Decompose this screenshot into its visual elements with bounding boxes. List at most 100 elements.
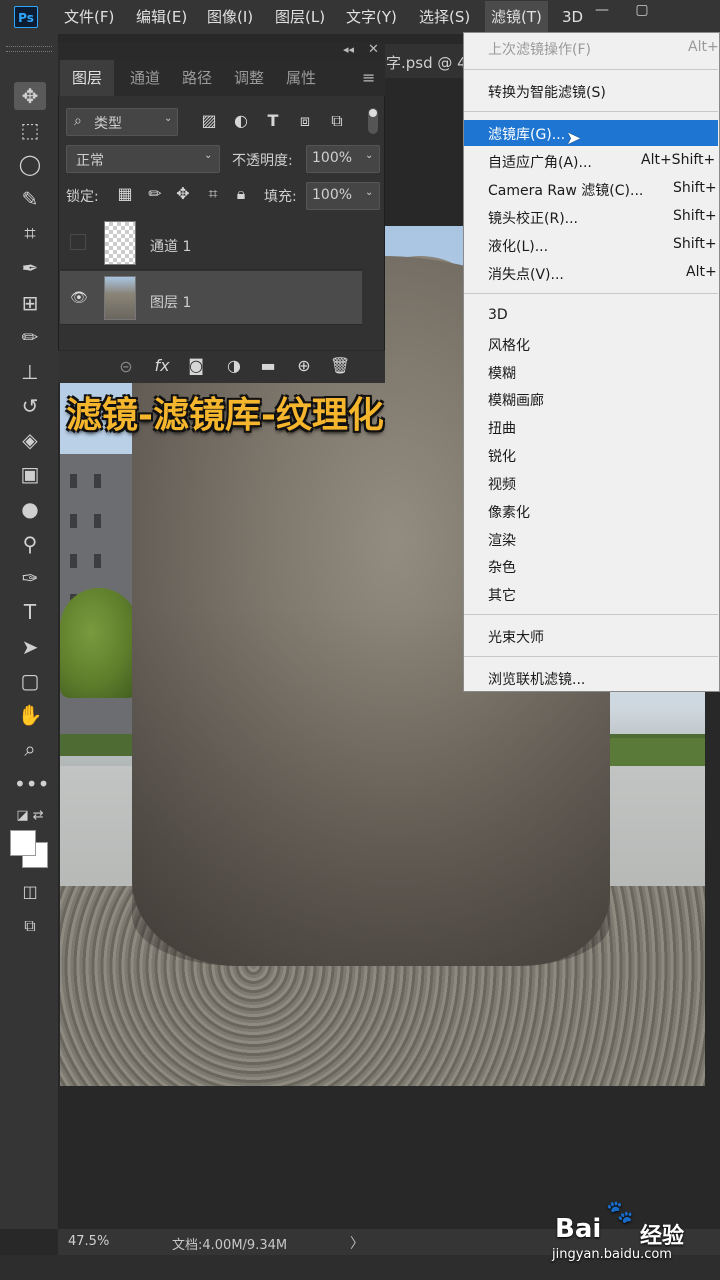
visibility-off-icon[interactable] <box>70 234 86 250</box>
shape-tool-icon[interactable]: ▢ <box>14 667 46 695</box>
path-select-tool-icon[interactable]: ➤ <box>14 633 46 661</box>
patch-tool-icon[interactable]: ⊞ <box>14 289 46 317</box>
toolbar-grip[interactable] <box>6 46 52 52</box>
fx-icon[interactable]: fx <box>152 356 172 375</box>
menu-item-blur[interactable]: 模糊 <box>488 363 516 383</box>
filter-type-icon[interactable]: T <box>264 111 282 130</box>
menu-item-vanishing-point[interactable]: 消失点(V)... <box>488 264 564 284</box>
mask-icon[interactable]: ◙ <box>186 356 206 375</box>
dodge-tool-icon[interactable]: ⚲ <box>14 530 46 558</box>
menu-item-distort[interactable]: 扭曲 <box>488 418 516 438</box>
more-tools-icon[interactable]: ••• <box>14 770 49 798</box>
blur-tool-icon[interactable]: ● <box>14 495 46 523</box>
menu-separator <box>464 111 718 112</box>
brush-tool-icon[interactable]: ✏ <box>14 323 46 351</box>
move-tool-icon[interactable]: ✥ <box>14 82 46 110</box>
fill-label: 填充: <box>264 189 297 205</box>
shortcut-lens-correction: Shift+ <box>673 208 717 224</box>
menu-item-last-filter: 上次滤镜操作(F) <box>488 42 591 58</box>
zoom-level[interactable]: 47.5% <box>68 1234 109 1249</box>
status-menu-arrow-icon[interactable]: 〉 <box>350 1233 364 1253</box>
lock-artboard-icon[interactable]: ⌗ <box>204 184 222 204</box>
crop-tool-icon[interactable]: ⌗ <box>14 219 46 247</box>
menu-file[interactable]: 文件(F) <box>64 0 114 34</box>
tab-adjustments[interactable]: 调整 <box>234 60 264 96</box>
menu-item-filter-gallery[interactable]: 滤镜库(G)... <box>488 124 565 144</box>
lock-transparent-icon[interactable]: ▦ <box>116 184 134 203</box>
foreground-color-swatch[interactable] <box>10 830 36 856</box>
quick-select-tool-icon[interactable]: ✎ <box>14 185 46 213</box>
menu-item-noise[interactable]: 杂色 <box>488 557 516 577</box>
filter-adjust-icon[interactable]: ◐ <box>232 111 250 130</box>
menu-item-3d[interactable]: 3D <box>488 307 508 323</box>
maximize-icon[interactable]: ▢ <box>628 2 656 18</box>
eye-icon[interactable]: 👁︎ <box>70 290 88 306</box>
adjustment-icon[interactable]: ◑ <box>224 356 244 375</box>
layer-filter-select[interactable] <box>66 108 178 136</box>
lock-all-icon[interactable]: 🔒︎ <box>232 184 250 204</box>
layer-name[interactable]: 通道 1 <box>150 236 191 256</box>
type-tool-icon[interactable]: T <box>14 598 46 626</box>
photo-tree <box>60 588 138 698</box>
folder-icon[interactable]: ▬ <box>258 356 278 375</box>
menu-item-other[interactable]: 其它 <box>488 585 516 605</box>
menu-item-liquify[interactable]: 液化(L)... <box>488 236 548 256</box>
menu-edit[interactable]: 编辑(E) <box>136 0 187 34</box>
pen-tool-icon[interactable]: ✑ <box>14 564 46 592</box>
menu-type[interactable]: 文字(Y) <box>346 0 397 34</box>
lock-position-icon[interactable]: ✥ <box>174 184 192 203</box>
menu-item-blur-gallery[interactable]: 模糊画廊 <box>488 390 544 410</box>
chevron-down-icon[interactable]: ⌄ <box>365 187 373 198</box>
hand-tool-icon[interactable]: ✋ <box>14 701 46 729</box>
menu-item-browse-online[interactable]: 浏览联机滤镜... <box>488 669 585 689</box>
quick-mask-icon[interactable]: ◫ <box>14 878 46 906</box>
link-icon[interactable]: ⊝ <box>116 357 136 376</box>
minimize-icon[interactable]: — <box>588 2 616 18</box>
filter-smart-icon[interactable]: ⧉ <box>328 111 346 131</box>
menu-item-camera-raw[interactable]: Camera Raw 滤镜(C)... <box>488 180 643 200</box>
lasso-tool-icon[interactable]: ◯ <box>14 150 46 178</box>
tab-paths[interactable]: 路径 <box>182 60 212 96</box>
menu-layer[interactable]: 图层(L) <box>275 0 325 34</box>
screen-mode-icon[interactable]: ⧉ <box>14 912 46 940</box>
menu-3d[interactable]: 3D <box>562 0 583 34</box>
menu-filter[interactable]: 滤镜(T) <box>485 1 548 33</box>
close-panel-icon[interactable]: ✕ <box>368 42 379 57</box>
eyedropper-tool-icon[interactable]: ✒ <box>14 254 46 282</box>
tab-properties[interactable]: 属性 <box>286 60 316 96</box>
chevron-down-icon[interactable]: ⌄ <box>365 150 373 161</box>
menu-item-convert-smart[interactable]: 转换为智能滤镜(S) <box>488 82 606 102</box>
gradient-tool-icon[interactable]: ▣ <box>14 460 46 488</box>
menu-item-lens-correction[interactable]: 镜头校正(R)... <box>488 208 578 228</box>
filter-shape-icon[interactable]: ⧈ <box>296 111 314 131</box>
new-layer-icon[interactable]: ⊕ <box>294 356 314 375</box>
baidu-watermark-text: 经验 <box>640 1224 685 1249</box>
panel-menu-icon[interactable]: ≡ <box>362 68 375 87</box>
collapse-panel-icon[interactable]: ◂◂ <box>343 43 354 56</box>
menu-item-video[interactable]: 视频 <box>488 474 516 494</box>
lock-pixels-icon[interactable]: ✏ <box>146 184 164 203</box>
menu-item-sharpen[interactable]: 锐化 <box>488 446 516 466</box>
tab-channels[interactable]: 通道 <box>130 60 160 96</box>
menu-item-adaptive-wide[interactable]: 自适应广角(A)... <box>488 152 592 172</box>
eraser-tool-icon[interactable]: ◈ <box>14 426 46 454</box>
document-tab-title[interactable]: 字.psd @ 4 <box>386 52 467 73</box>
zoom-tool-icon[interactable]: ⌕ <box>14 735 46 763</box>
swap-colors-icon[interactable]: ◪ ⇄ <box>14 802 46 830</box>
tab-layers[interactable]: 图层 <box>60 60 115 96</box>
menu-item-render[interactable]: 渲染 <box>488 530 516 550</box>
menu-image[interactable]: 图像(I) <box>207 0 253 34</box>
menu-item-stylize[interactable]: 风格化 <box>488 335 530 355</box>
filter-pixel-icon[interactable]: ▨ <box>200 111 218 130</box>
menu-select[interactable]: 选择(S) <box>419 0 470 34</box>
menu-item-pixelate[interactable]: 像素化 <box>488 502 530 522</box>
layer-name[interactable]: 图层 1 <box>150 292 191 312</box>
photoshop-logo-icon[interactable]: Ps <box>14 6 38 28</box>
stamp-tool-icon[interactable]: ⊥ <box>14 358 46 386</box>
trash-icon[interactable]: 🗑︎ <box>330 356 350 375</box>
marquee-tool-icon[interactable]: ⬚ <box>14 116 46 144</box>
shortcut-vanishing-point: Alt+ <box>686 264 717 280</box>
menu-item-plugin[interactable]: 光束大师 <box>488 627 544 647</box>
history-brush-tool-icon[interactable]: ↺ <box>14 392 46 420</box>
layers-panel-header[interactable] <box>58 42 385 60</box>
